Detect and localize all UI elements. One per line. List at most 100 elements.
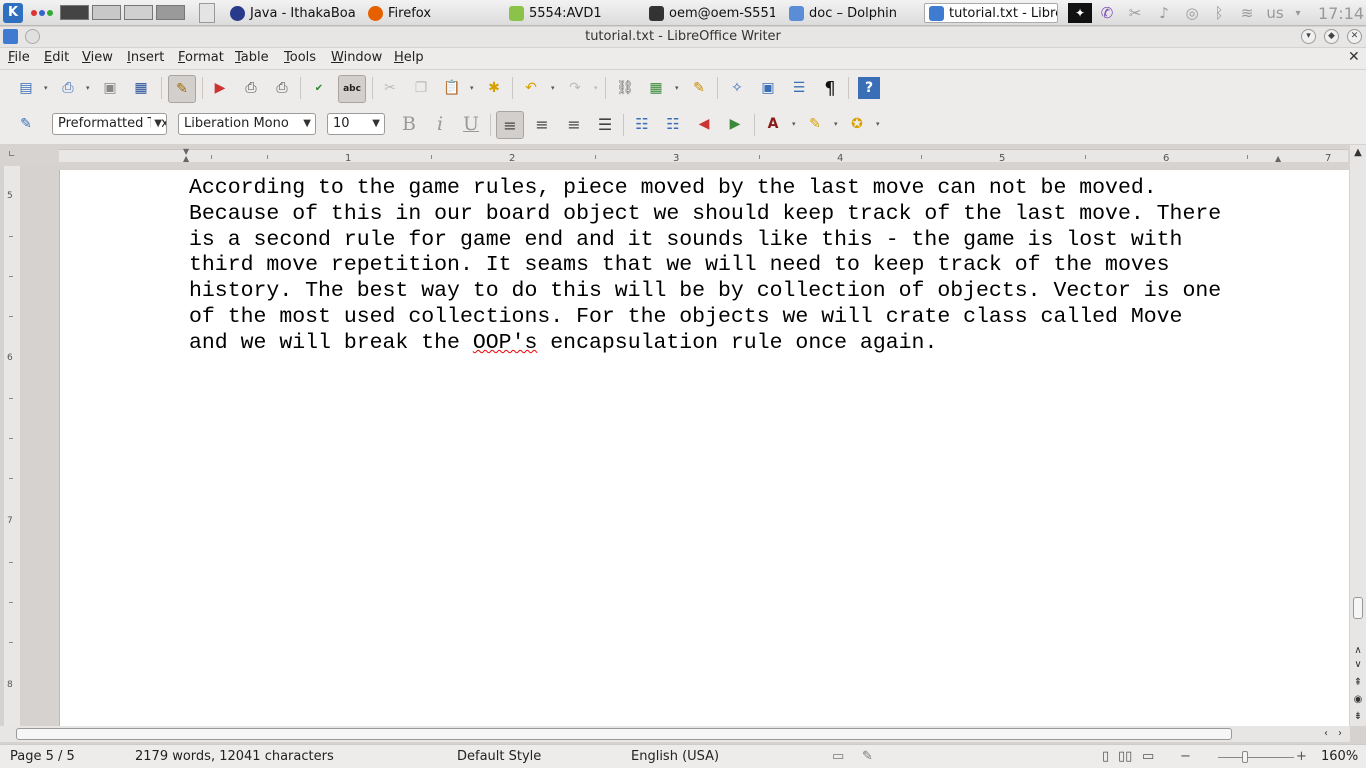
menu-help[interactable]: Help — [394, 50, 424, 65]
zoom-slider-thumb[interactable] — [1242, 751, 1248, 763]
font-color-dropdown-icon[interactable]: ▾ — [792, 121, 798, 128]
network-icon[interactable]: ◎ — [1181, 3, 1203, 23]
menu-window[interactable]: Window — [331, 50, 382, 65]
word-count[interactable]: 2179 words, 12041 characters — [135, 749, 334, 764]
tab-stop-selector[interactable]: ∟ — [8, 150, 16, 160]
right-indent-marker[interactable]: ▲ — [1275, 155, 1285, 163]
increase-indent-icon[interactable]: ▶ — [724, 113, 746, 135]
print-preview-icon[interactable]: ⎙ — [271, 77, 293, 99]
zoom-in-icon[interactable]: + — [1296, 749, 1307, 764]
font-size-select[interactable]: 10 ▼ — [327, 113, 385, 135]
background-color-icon[interactable]: ✪ — [846, 113, 868, 135]
align-center-icon[interactable]: ≡ — [531, 113, 553, 135]
export-pdf-icon[interactable]: ▶ — [209, 77, 231, 99]
menu-edit[interactable]: Edit — [44, 50, 69, 65]
chevron-down-icon[interactable]: ▾ — [1292, 3, 1304, 23]
book-view-icon[interactable]: ▭ — [1142, 749, 1154, 764]
maximize-icon[interactable]: ◆ — [1324, 29, 1339, 44]
task-terminal[interactable]: oem@oem-S551L — [645, 3, 775, 23]
task-writer[interactable]: tutorial.txt - LibreOffice Writer — [924, 3, 1058, 23]
font-color-icon[interactable]: A — [762, 113, 784, 135]
menu-view[interactable]: View — [82, 50, 113, 65]
redo-dropdown-icon[interactable]: ▾ — [594, 85, 600, 92]
undo-dropdown-icon[interactable]: ▾ — [551, 85, 557, 92]
document-page[interactable]: According to the game rules, piece moved… — [59, 170, 1349, 726]
highlighting-dropdown-icon[interactable]: ▾ — [834, 121, 840, 128]
single-page-view-icon[interactable]: ▯ — [1102, 749, 1109, 764]
vertical-scrollbar[interactable]: ▲ ∧ ∨ ⇞ ◉ ⇟ — [1350, 145, 1366, 726]
language[interactable]: English (USA) — [631, 749, 719, 764]
hyperlink-icon[interactable]: ⛓ — [614, 77, 636, 99]
numbering-icon[interactable]: ☷ — [631, 113, 653, 135]
multi-page-view-icon[interactable]: ▯▯ — [1118, 749, 1132, 764]
show-desktop-icon[interactable] — [199, 3, 215, 23]
text-line[interactable]: third move repetition. It seams that we … — [189, 253, 1289, 279]
misspelled-word[interactable]: OOP's — [473, 331, 538, 355]
wifi-icon[interactable]: ≋ — [1236, 3, 1258, 23]
menu-format[interactable]: Format — [178, 50, 224, 65]
kde-menu-button[interactable]: K — [3, 3, 23, 23]
klipper-icon[interactable]: ✂ — [1125, 3, 1145, 23]
redo-icon[interactable]: ↷ — [564, 77, 586, 99]
help-icon[interactable]: ? — [858, 77, 880, 99]
scroll-left-icon[interactable]: ‹ — [1320, 728, 1332, 740]
zoom-level[interactable]: 160% — [1321, 749, 1358, 764]
next-page-icon[interactable]: ⇟ — [1352, 711, 1364, 723]
italic-button[interactable]: i — [429, 113, 451, 135]
new-dropdown-icon[interactable]: ▾ — [44, 85, 50, 92]
menu-insert[interactable]: Insert — [127, 50, 164, 65]
spellcheck-icon[interactable]: ✔ — [308, 77, 330, 99]
horizontal-ruler[interactable]: ∟ ▼ ▲ ▲ 1 2 3 4 5 6 7 — [0, 145, 1366, 166]
underline-button[interactable]: U — [460, 113, 482, 135]
paste-dropdown-icon[interactable]: ▾ — [470, 85, 476, 92]
previous-page-icon[interactable]: ⇞ — [1352, 677, 1364, 689]
horizontal-scrollbar[interactable]: ‹ › — [0, 726, 1350, 742]
align-right-icon[interactable]: ≡ — [563, 113, 585, 135]
font-name-select[interactable]: Liberation Mono ▼ — [178, 113, 316, 135]
highlighting-icon[interactable]: ✎ — [804, 113, 826, 135]
navigation-icon[interactable]: ◉ — [1352, 694, 1364, 706]
task-dolphin[interactable]: doc – Dolphin — [785, 3, 915, 23]
task-java[interactable]: Java - IthakaBoard — [226, 3, 356, 23]
table-dropdown-icon[interactable]: ▾ — [675, 85, 681, 92]
text-line[interactable]: of the most used collections. For the ob… — [189, 305, 1289, 331]
align-left-icon[interactable]: ≡ — [496, 111, 524, 139]
text-line-last[interactable]: and we will break the OOP's encapsulatio… — [189, 331, 1289, 357]
window-titlebar[interactable]: tutorial.txt - LibreOffice Writer ▾ ◆ ✕ — [0, 27, 1366, 47]
pager-desktop-2[interactable] — [92, 5, 121, 20]
ruler-strip[interactable]: ▼ ▲ ▲ 1 2 3 4 5 6 7 — [59, 148, 1348, 164]
gallery-icon[interactable]: ▣ — [757, 77, 779, 99]
new-icon[interactable]: ▤ — [15, 77, 37, 99]
print-dropdown-icon[interactable]: ▾ — [86, 85, 92, 92]
task-firefox[interactable]: Firefox — [364, 3, 494, 23]
pager-desktop-4[interactable] — [156, 5, 185, 20]
minimize-icon[interactable]: ▾ — [1301, 29, 1316, 44]
text-line[interactable]: is a second rule for game end and it sou… — [189, 228, 1289, 254]
clone-formatting-icon[interactable]: ✱ — [483, 77, 505, 99]
document-modified-icon[interactable]: ✎ — [862, 749, 873, 764]
copy-icon[interactable]: ❐ — [410, 77, 432, 99]
vertical-ruler[interactable]: 5 6 7 8 — [4, 166, 20, 726]
save-as-icon[interactable]: ▦ — [130, 77, 152, 99]
left-indent-marker[interactable]: ▲ — [183, 155, 193, 163]
clock[interactable]: 17:14 — [1316, 3, 1366, 23]
close-icon[interactable]: ✕ — [1347, 29, 1362, 44]
formatting-marks-icon[interactable]: ¶ — [819, 77, 841, 99]
dropbox-icon[interactable]: ✦ — [1068, 3, 1092, 23]
print-direct-icon[interactable]: ⎙ — [240, 77, 262, 99]
horizontal-scroll-thumb[interactable] — [16, 728, 1232, 740]
cut-icon[interactable]: ✂ — [379, 77, 401, 99]
menu-table[interactable]: Table — [235, 50, 269, 65]
page-indicator[interactable]: Page 5 / 5 — [10, 749, 75, 764]
scroll-down-icon[interactable]: ∨ — [1352, 659, 1364, 671]
insert-table-icon[interactable]: ▦ — [645, 77, 667, 99]
viber-icon[interactable]: ✆ — [1096, 3, 1118, 23]
menu-file[interactable]: File — [8, 50, 30, 65]
close-document-icon[interactable]: ✕ — [1348, 49, 1360, 65]
paragraph-style-select[interactable]: Preformatted Text ▼ — [52, 113, 167, 135]
bullets-icon[interactable]: ☷ — [662, 113, 684, 135]
scroll-up-icon[interactable]: ▲ — [1352, 147, 1364, 159]
text-line[interactable]: According to the game rules, piece moved… — [189, 176, 1289, 202]
scroll-right-icon[interactable]: › — [1334, 728, 1346, 740]
keyboard-layout[interactable]: us — [1263, 3, 1287, 23]
